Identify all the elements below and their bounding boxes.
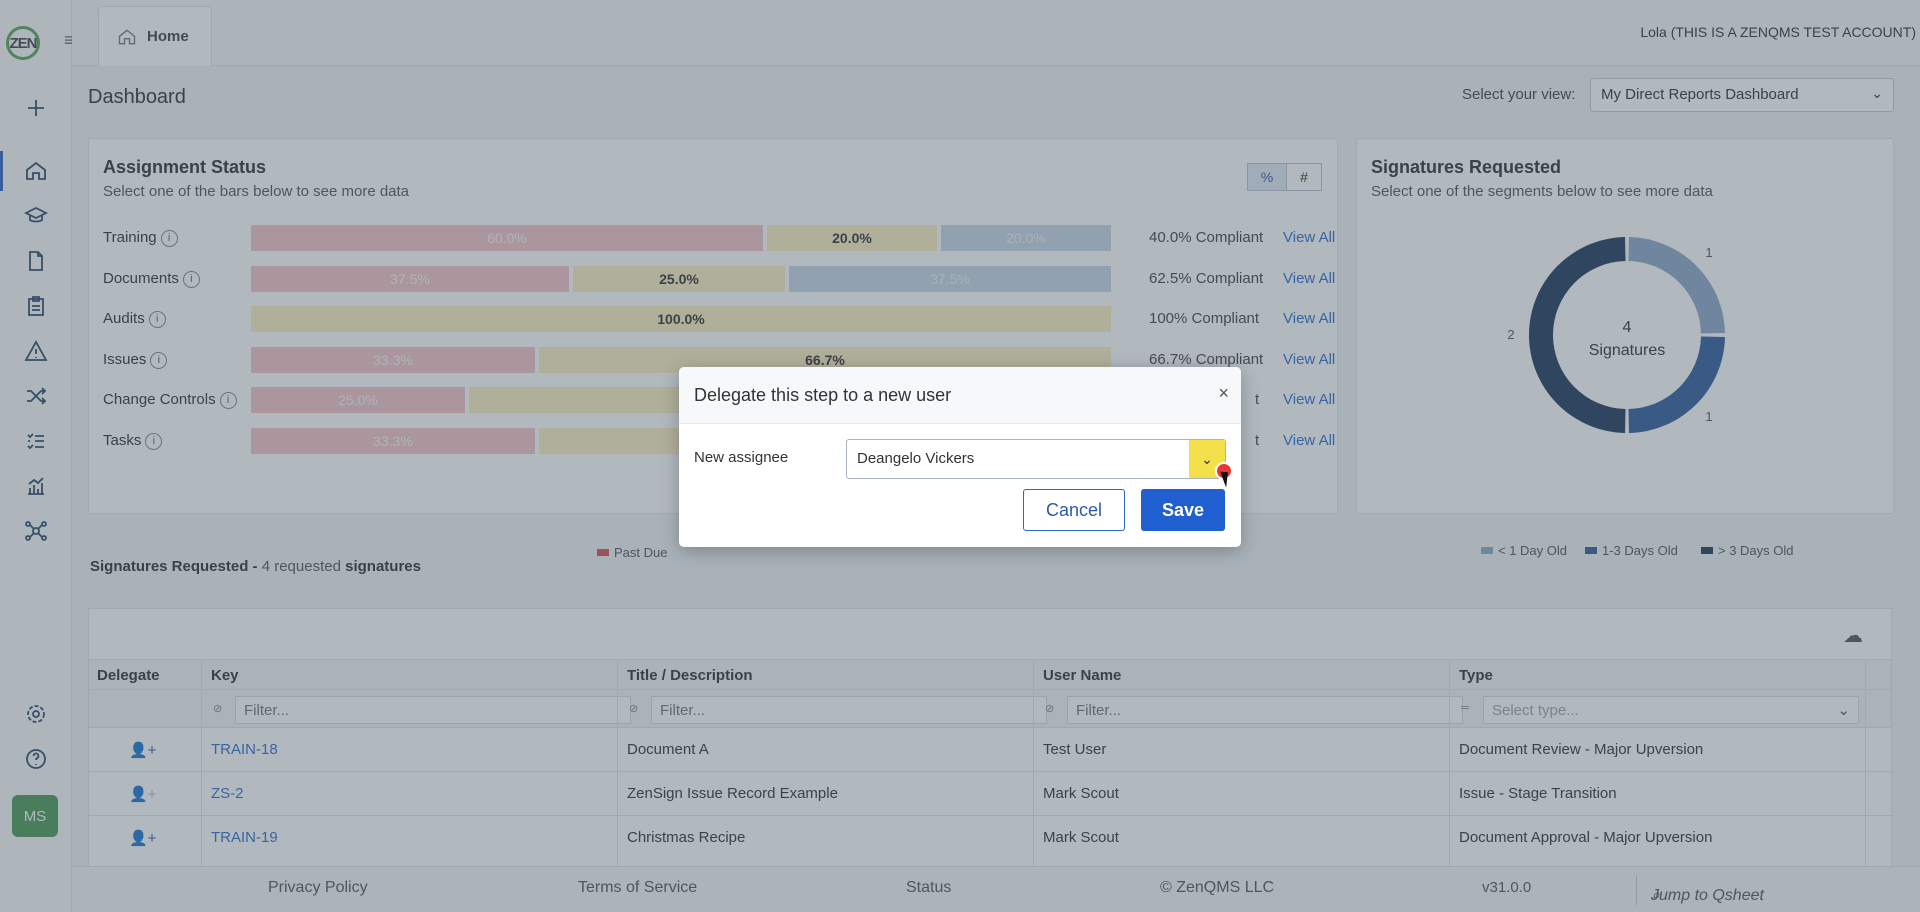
cancel-button[interactable]: Cancel (1023, 489, 1125, 531)
assignee-value: Deangelo Vickers (857, 450, 975, 467)
modal-title: Delegate this step to a new user (694, 385, 952, 405)
save-button[interactable]: Save (1141, 489, 1225, 531)
assignee-label: New assignee (694, 449, 789, 466)
assignee-select[interactable]: Deangelo Vickers ⌄ (846, 439, 1226, 479)
delegate-modal: Delegate this step to a new user × New a… (679, 367, 1241, 547)
close-icon[interactable]: × (1218, 383, 1229, 404)
